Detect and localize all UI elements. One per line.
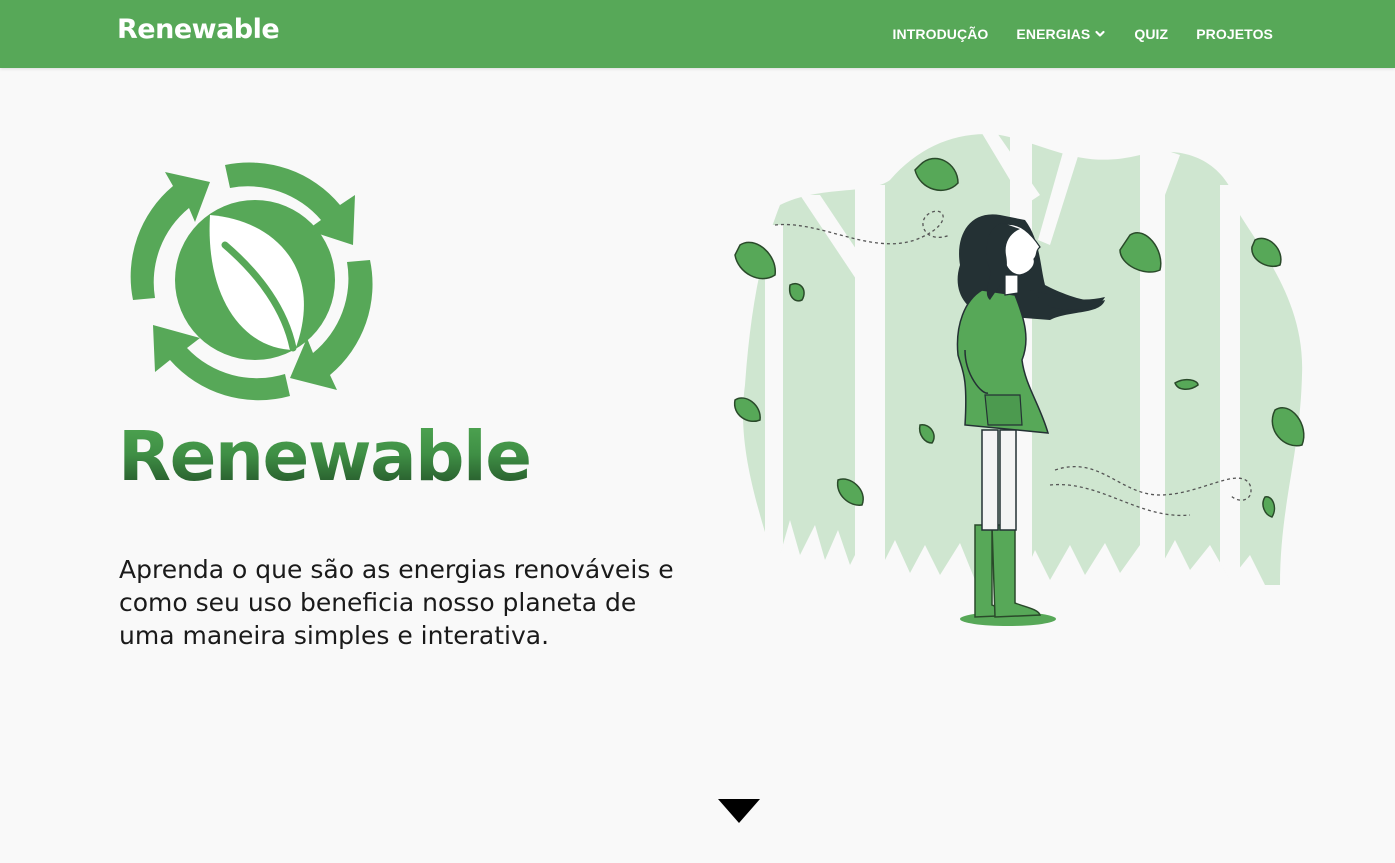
nav-links: INTRODUÇÃO ENERGIAS QUIZ PROJETOS xyxy=(893,0,1273,68)
woman-in-forest-illustration xyxy=(733,125,1305,626)
recycle-leaf-icon xyxy=(130,162,373,401)
nav-link-projetos[interactable]: PROJETOS xyxy=(1196,26,1273,42)
triangle-down-icon[interactable] xyxy=(718,799,760,823)
nav-link-label: PROJETOS xyxy=(1196,26,1273,42)
hero-title: Renewable xyxy=(118,417,532,497)
brand-logo-link[interactable]: Renewable xyxy=(117,14,280,45)
nav-link-quiz[interactable]: QUIZ xyxy=(1134,26,1168,42)
chevron-down-icon xyxy=(1095,30,1105,37)
nav-link-label: QUIZ xyxy=(1134,26,1169,42)
nav-link-label: ENERGIAS xyxy=(1016,26,1091,42)
navbar: Renewable INTRODUÇÃO ENERGIAS QUIZ PROJE… xyxy=(0,0,1395,68)
nav-dropdown-energias[interactable]: ENERGIAS xyxy=(1016,26,1106,42)
nav-link-introducao[interactable]: INTRODUÇÃO xyxy=(893,26,989,42)
hero-description: Aprenda o que são as energias renováveis… xyxy=(119,555,674,650)
nav-link-label: INTRODUÇÃO xyxy=(892,26,989,42)
